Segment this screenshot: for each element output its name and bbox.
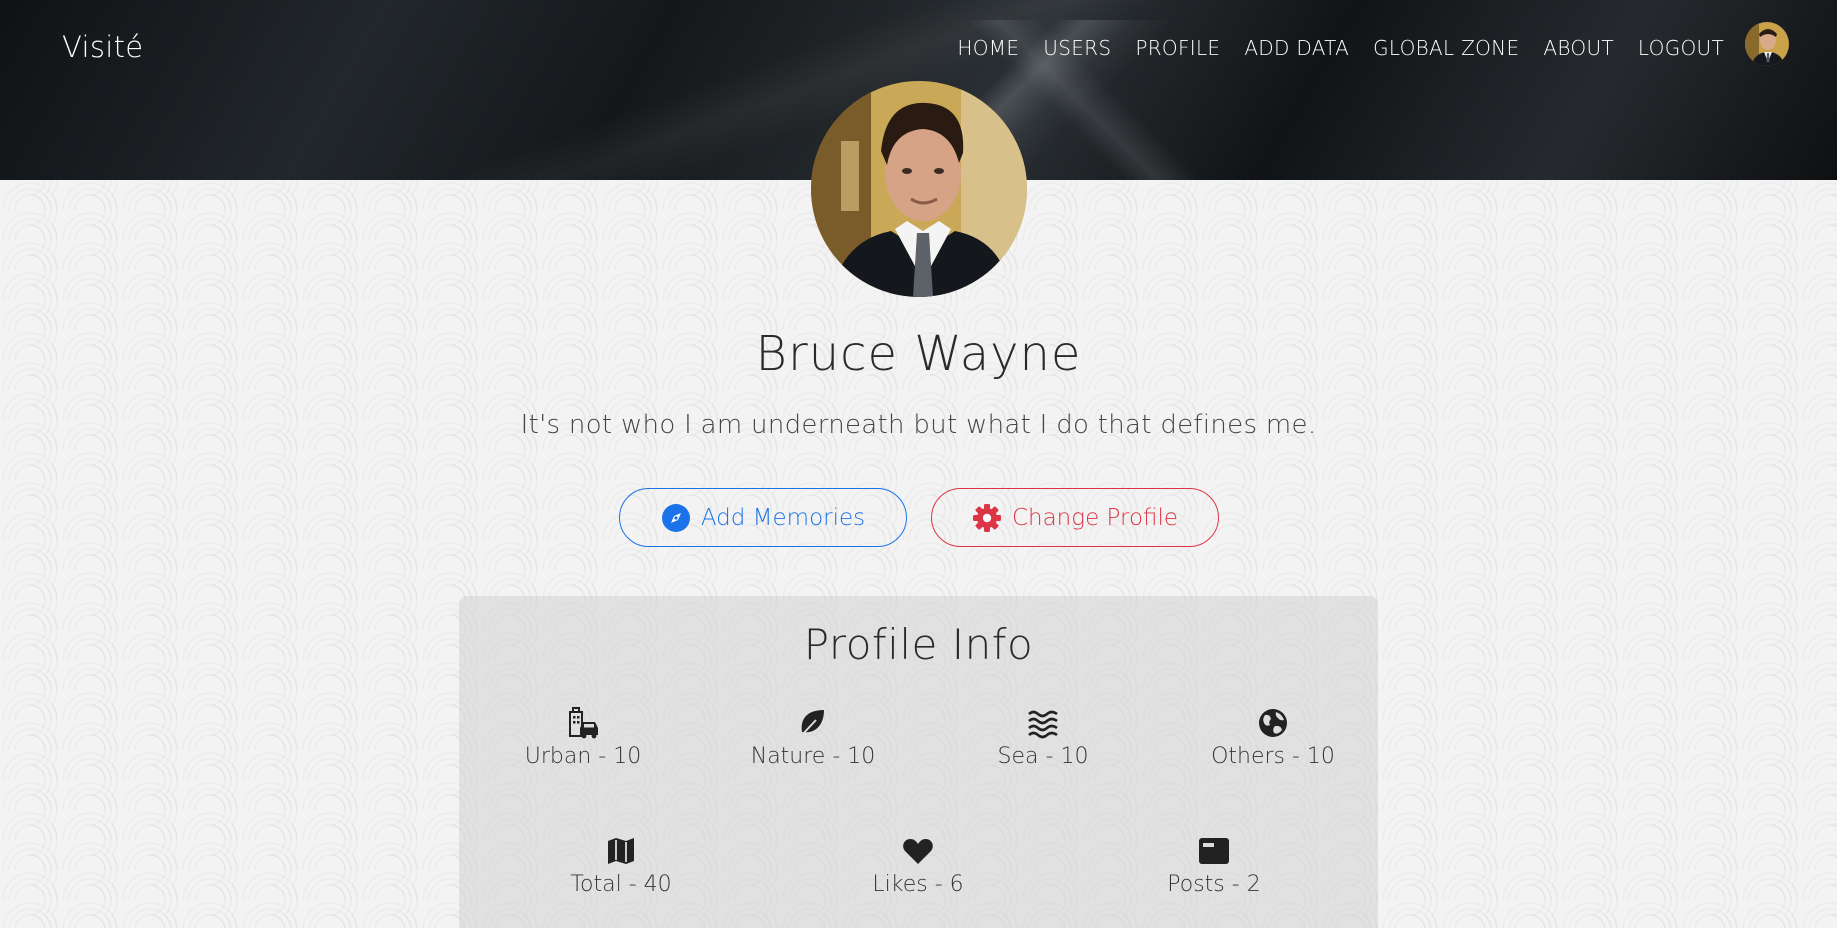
brand-logo[interactable]: Visité <box>62 30 143 64</box>
stat-total: Total - 40 <box>531 834 711 897</box>
profile-info-title: Profile Info <box>803 620 1034 669</box>
water-icon <box>1028 710 1058 739</box>
stat-others: Others - 10 <box>1183 706 1363 769</box>
profile-quote: It's not who I am underneath but what I … <box>520 410 1317 440</box>
nav-users[interactable]: USERS <box>1043 36 1111 60</box>
profile-avatar <box>811 81 1027 297</box>
compass-icon <box>661 503 691 533</box>
add-memories-label: Add Memories <box>700 504 866 531</box>
nav-add-data[interactable]: ADD DATA <box>1244 36 1349 60</box>
add-memories-button[interactable]: Add Memories <box>619 488 907 547</box>
stat-total-label: Total - 40 <box>570 872 672 897</box>
nav-profile[interactable]: PROFILE <box>1135 36 1220 60</box>
change-profile-label: Change Profile <box>1011 504 1179 531</box>
stat-sea: Sea - 10 <box>953 706 1133 769</box>
nav-logout[interactable]: LOGOUT <box>1638 36 1724 60</box>
nav-home[interactable]: HOME <box>957 36 1019 60</box>
stat-sea-label: Sea - 10 <box>997 744 1089 769</box>
heart-icon <box>903 839 933 864</box>
globe-icon <box>1259 709 1287 737</box>
main-nav: HOME USERS PROFILE ADD DATA GLOBAL ZONE … <box>933 36 1724 60</box>
city-icon <box>569 707 598 739</box>
stat-urban: Urban - 10 <box>493 706 673 769</box>
newspaper-icon <box>1199 838 1229 864</box>
nav-global-zone[interactable]: GLOBAL ZONE <box>1373 36 1519 60</box>
nav-about[interactable]: ABOUT <box>1543 36 1614 60</box>
stat-nature: Nature - 10 <box>723 706 903 769</box>
stat-urban-label: Urban - 10 <box>524 744 642 769</box>
map-icon <box>608 838 634 864</box>
stat-posts-label: Posts - 2 <box>1167 872 1261 897</box>
nav-avatar[interactable] <box>1745 22 1789 66</box>
leaf-icon <box>800 710 824 737</box>
profile-name: Bruce Wayne <box>755 326 1082 382</box>
stat-likes-label: Likes - 6 <box>872 872 964 897</box>
stat-nature-label: Nature - 10 <box>750 744 876 769</box>
stat-likes: Likes - 6 <box>828 834 1008 897</box>
change-profile-button[interactable]: Change Profile <box>931 488 1219 547</box>
stat-posts: Posts - 2 <box>1124 834 1304 897</box>
gear-icon <box>972 503 1002 533</box>
stat-others-label: Others - 10 <box>1211 744 1335 769</box>
profile-info-card: Profile Info Urban - 10 Nature - 10 Sea … <box>459 596 1378 928</box>
